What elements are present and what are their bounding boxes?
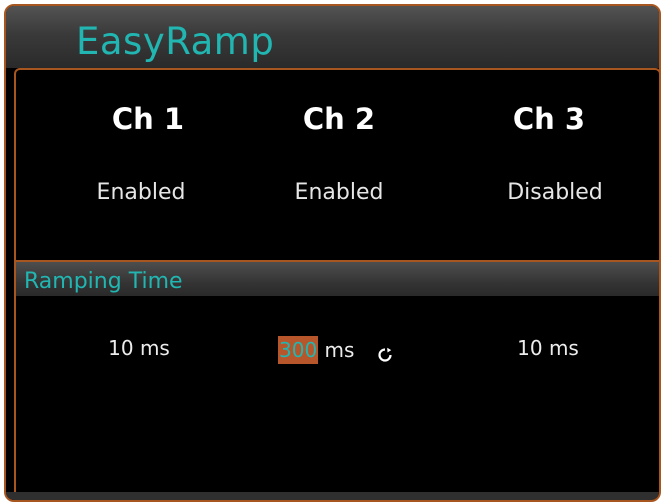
channel-2-ramp-unit: ms xyxy=(324,338,355,362)
channel-3-ramp-value: 10 xyxy=(517,336,543,360)
channels-panel: Ch 1 Ch 2 Ch 3 Enabled Enabled Disabled xyxy=(14,68,659,260)
channel-3-ramp-unit: ms xyxy=(548,336,579,360)
channel-1-label: Ch 1 xyxy=(111,102,185,136)
page-title: EasyRamp xyxy=(76,20,275,63)
channel-2-label: Ch 2 xyxy=(302,102,376,136)
bottom-status-bar xyxy=(6,492,659,500)
channel-labels-row: Ch 1 Ch 2 Ch 3 xyxy=(16,102,659,142)
title-bar: EasyRamp xyxy=(6,6,659,68)
ramping-time-section: Ramping Time xyxy=(14,260,659,300)
channel-2-status[interactable]: Enabled xyxy=(269,180,409,205)
easyramp-window: EasyRamp Ch 1 Ch 2 Ch 3 Enabled Enabled … xyxy=(4,4,661,502)
cycle-icon[interactable] xyxy=(377,344,393,362)
channel-1-status[interactable]: Enabled xyxy=(71,180,211,205)
channel-3-ramp-time[interactable]: 10 ms xyxy=(488,336,608,360)
selected-digit-field[interactable]: 300 xyxy=(278,336,319,364)
channel-status-row: Enabled Enabled Disabled xyxy=(16,180,659,210)
ramping-panel: 10 ms 300 ms 10 ms xyxy=(14,296,659,500)
channel-1-ramp-time[interactable]: 10 ms xyxy=(84,336,194,360)
channel-2-ramp-time[interactable]: 300 ms xyxy=(278,336,448,364)
channel-1-ramp-value: 10 xyxy=(108,336,134,360)
channel-3-label: Ch 3 xyxy=(512,102,586,136)
ramping-time-title: Ramping Time xyxy=(24,269,183,294)
channel-3-status[interactable]: Disabled xyxy=(475,180,635,205)
channel-1-ramp-unit: ms xyxy=(139,336,170,360)
ramping-values-row: 10 ms 300 ms 10 ms xyxy=(16,336,659,370)
